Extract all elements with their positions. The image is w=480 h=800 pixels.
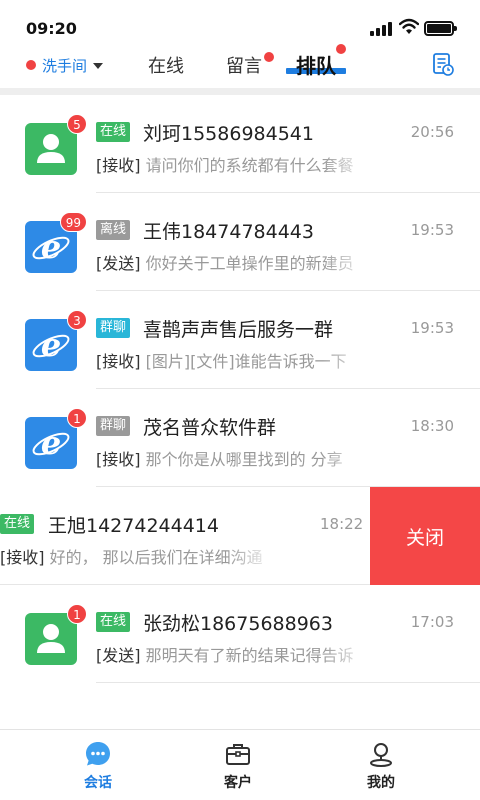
conversation-preview: [接收] 那个你是从哪里找到的 分享 <box>96 446 372 470</box>
conversation-item[interactable]: e 1 群聊 茂名普众软件群 18:30 [接收] 那个你是从哪里找到的 分享 <box>0 389 480 487</box>
conversation-name: 茂名普众软件群 <box>143 417 277 439</box>
preview-text: 那个你是从哪里找到的 分享 <box>145 450 343 469</box>
bottom-nav: 会话 客户 我的 <box>0 729 480 800</box>
conversation-preview: [发送] 你好关于工单操作里的新建员 <box>96 250 372 274</box>
tab-online[interactable]: 在线 <box>148 52 184 78</box>
battery-icon <box>424 21 457 36</box>
chat-list-screen: 09:20 洗手间 在线 留言 排队 5 在线 刘珂15586984541 20… <box>0 0 480 800</box>
conversation-time: 19:53 <box>410 221 454 239</box>
conversation-preview: [接收] 请问你们的系统都有什么套餐 <box>96 152 372 176</box>
unread-badge: 99 <box>59 212 87 232</box>
location-label: 洗手间 <box>42 56 88 75</box>
conversation-time: 20:56 <box>410 123 454 141</box>
unread-badge: 5 <box>67 114 87 134</box>
wifi-icon <box>399 18 419 34</box>
nav-profile[interactable]: 我的 <box>331 730 431 800</box>
status-bar: 09:20 <box>0 0 480 48</box>
avatar: e 99 <box>25 212 87 273</box>
chat-bubble-icon <box>86 742 110 766</box>
avatar: 1 <box>25 604 87 665</box>
conversation-item[interactable]: 5 在线 刘珂15586984541 20:56 [接收] 请问你们的系统都有什… <box>0 95 480 193</box>
svg-text:e: e <box>41 326 61 364</box>
preview-text: 你好关于工单操作里的新建员 <box>145 254 354 273</box>
tab-queue-dot <box>336 44 346 54</box>
preview-text: 那明天有了新的结果记得告诉 <box>145 646 354 665</box>
conversation-item[interactable]: 1 在线 张劲松18675688963 17:03 [发送] 那明天有了新的结果… <box>0 585 480 683</box>
conversation-item[interactable]: e 99 离线 王伟18474784443 19:53 [发送] 你好关于工单操… <box>0 193 480 291</box>
preview-text: 请问你们的系统都有什么套餐 <box>145 156 354 175</box>
unread-badge: 1 <box>67 604 87 624</box>
nav-label: 我的 <box>367 775 395 791</box>
location-selector[interactable]: 洗手间 <box>26 53 104 77</box>
svg-text:e: e <box>41 228 61 266</box>
status-tag: 在线 <box>96 612 131 632</box>
nav-label: 会话 <box>84 775 112 791</box>
divider <box>96 682 480 683</box>
unread-badge: 1 <box>67 408 87 428</box>
signal-icon <box>370 20 394 36</box>
unread-badge: 3 <box>67 310 87 330</box>
avatar: 5 <box>25 114 87 175</box>
conversation-name: 王伟18474784443 <box>143 221 314 243</box>
group-tag: 群聊 <box>96 416 131 436</box>
group-tag: 群聊 <box>96 318 131 338</box>
conversation-name: 王旭14274244414 <box>48 515 219 537</box>
conversation-time: 18:30 <box>410 417 454 435</box>
status-tag: 在线 <box>96 122 131 142</box>
preview-text: 好的， 那以后我们在详细沟通 <box>49 548 263 567</box>
nav-label: 客户 <box>224 775 252 791</box>
svg-text:e: e <box>41 424 61 462</box>
nav-chat[interactable]: 会话 <box>48 730 148 800</box>
conversation-name: 张劲松18675688963 <box>143 613 333 635</box>
briefcase-icon <box>226 744 250 765</box>
conversation-item-swiped[interactable]: 在线 王旭14274244414 18:22 [接收] 好的， 那以后我们在详细… <box>0 487 480 585</box>
conversation-name: 刘珂15586984541 <box>143 123 314 145</box>
avatar: e 3 <box>25 310 87 371</box>
preview-direction: [接收] <box>96 352 141 371</box>
conversation-preview: [发送] 那明天有了新的结果记得告诉 <box>96 642 372 666</box>
location-pin-icon <box>370 743 392 767</box>
avatar: e 1 <box>25 408 87 469</box>
tab-queue[interactable]: 排队 <box>296 50 336 79</box>
header-divider <box>0 88 480 95</box>
preview-direction: [发送] <box>96 646 141 665</box>
close-conversation-button[interactable]: 关闭 <box>370 487 480 585</box>
status-tag: 在线 <box>0 514 35 534</box>
conversation-time: 17:03 <box>410 613 454 631</box>
preview-direction: [接收] <box>0 548 45 567</box>
chevron-down-icon <box>93 63 104 69</box>
preview-direction: [接收] <box>96 156 141 175</box>
conversation-time: 18:22 <box>320 515 364 533</box>
status-tag: 离线 <box>96 220 131 240</box>
record-icon[interactable] <box>432 52 454 76</box>
conversation-time: 19:53 <box>410 319 454 337</box>
preview-text: [图片][文件]谁能告诉我一下 <box>145 352 347 371</box>
preview-direction: [接收] <box>96 450 141 469</box>
conversation-preview: [接收] 好的， 那以后我们在详细沟通 <box>0 544 276 568</box>
tab-message[interactable]: 留言 <box>226 52 262 78</box>
conversation-preview: [接收] [图片][文件]谁能告诉我一下 <box>96 348 372 372</box>
status-dot <box>26 60 36 70</box>
conversation-item[interactable]: e 3 群聊 喜鹊声声售后服务一群 19:53 [接收] [图片][文件]谁能告… <box>0 291 480 389</box>
conversation-name: 喜鹊声声售后服务一群 <box>143 319 334 341</box>
tab-message-dot <box>264 52 274 62</box>
header-tabs: 洗手间 在线 留言 排队 <box>0 44 480 88</box>
preview-direction: [发送] <box>96 254 141 273</box>
nav-customers[interactable]: 客户 <box>188 730 288 800</box>
conversation-list: 5 在线 刘珂15586984541 20:56 [接收] 请问你们的系统都有什… <box>0 95 480 731</box>
status-time: 09:20 <box>26 19 77 38</box>
